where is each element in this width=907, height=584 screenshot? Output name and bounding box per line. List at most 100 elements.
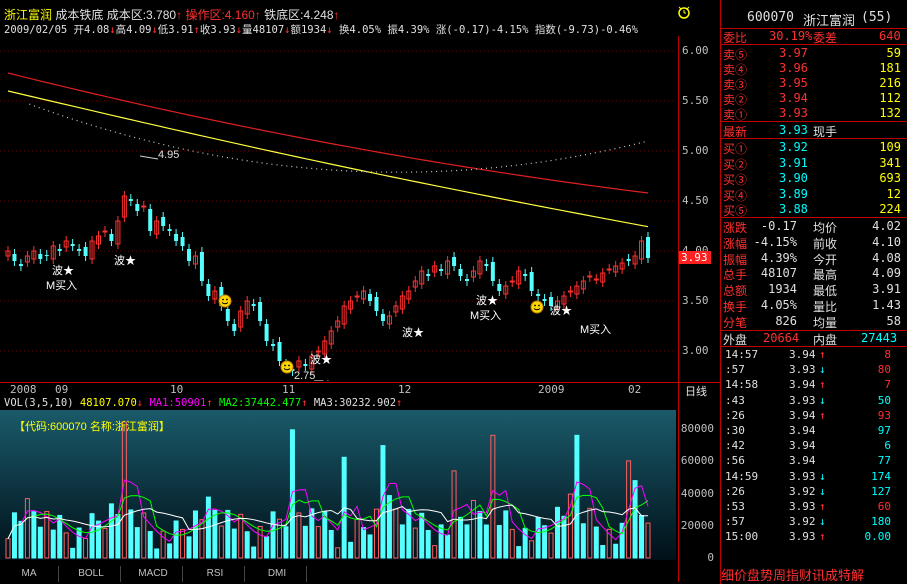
panel-bottom-tabs[interactable]: 细价盘势周指财讯成特解 (721, 565, 905, 583)
buy-row[interactable]: 买① 3.92 109 (721, 140, 905, 156)
volume-bar (264, 536, 270, 559)
candle-body (12, 254, 17, 261)
volume-bar (406, 508, 412, 559)
webi-row: 委比 30.19% 委差 640 (723, 29, 901, 45)
candle-body (102, 230, 108, 233)
buy-row[interactable]: 买③ 3.90 693 (721, 171, 905, 187)
chart-annotation: 波★ (310, 353, 332, 366)
candle-body (509, 280, 515, 283)
buy-row[interactable]: 买② 3.91 341 (721, 156, 905, 172)
volume-bar (542, 525, 548, 559)
volume-bar (425, 530, 431, 559)
tick-row: :30 3.94 97 (725, 424, 891, 437)
tab-boll[interactable]: BOLL (62, 566, 121, 582)
smiley-face-icon (530, 300, 544, 314)
candle-body (277, 342, 282, 361)
tab-rsi[interactable]: RSI (186, 566, 245, 582)
volume-bar (464, 524, 470, 559)
candle-body (174, 234, 179, 241)
candle-body (523, 274, 528, 276)
candle-body (264, 324, 269, 341)
volume-bar (231, 528, 237, 559)
volume-bar (639, 514, 645, 559)
volume-bar (173, 520, 179, 559)
candle-body (542, 299, 547, 301)
volume-bar (57, 514, 63, 559)
tab-macd[interactable]: MACD (124, 566, 183, 582)
outer-inner-row: 外盘 20664 内盘 27443 (723, 331, 898, 347)
stat-row: 涨跌 -0.17 均价 4.02 (723, 219, 901, 235)
price-axis: 6.005.505.004.504.003.503.003.93 (678, 36, 718, 381)
volume-bar (386, 495, 392, 559)
latest-row: 最新 3.93 现手 (723, 123, 838, 139)
sell-row[interactable]: 卖④ 3.96 181 (721, 61, 905, 77)
chart-annotation: 波★ (550, 304, 572, 317)
candle-body (536, 294, 541, 296)
period-label[interactable]: 日线 (685, 383, 707, 399)
date-axis: 2008 09 10 11 12 2009 02 日线 (0, 382, 720, 399)
volume-bar (522, 527, 528, 559)
volume-bar (37, 526, 43, 559)
smiley-face-icon (218, 294, 232, 308)
chart-annotation: 波★ (476, 294, 498, 307)
kline-chart[interactable]: 4.952.75波★M买入波★波★M买入波★波★M买入波★M买入 (0, 36, 676, 381)
iron-zone: 铁底区:4.248 (264, 8, 334, 22)
volume-bar (438, 524, 444, 559)
candle-body (374, 297, 379, 311)
candle-body (368, 294, 373, 301)
stat-row: 总额 1934 最低 3.91 (723, 282, 901, 299)
candle-body (271, 344, 276, 346)
candle-body (83, 247, 88, 256)
volume-bar (554, 506, 560, 559)
sell-row[interactable]: 卖② 3.94 112 (721, 91, 905, 107)
candle-body (529, 272, 534, 291)
volume-bar (328, 529, 334, 559)
sell-row[interactable]: 卖① 3.93 132 (721, 106, 905, 122)
tick-row: 14:57 3.94 ↑ 8 (725, 348, 891, 361)
candle-body (458, 269, 463, 276)
chart-info-header: 浙江富润 成本铁底 成本区:3.780↑ 操作区:4.160↑ 铁底区:4.24… (4, 8, 340, 22)
candle-body (225, 309, 230, 321)
volume-bar (147, 531, 153, 559)
chart-annotation: 4.95 (158, 149, 179, 161)
tick-row: :43 3.93 ↓ 50 (725, 393, 891, 407)
volume-bar (18, 520, 24, 559)
stat-row: 总手 48107 最高 4.09 (723, 266, 901, 283)
stock-name: 浙江富润 (4, 8, 53, 22)
sell-row[interactable]: 卖③ 3.95 216 (721, 76, 905, 92)
volume-bar (613, 543, 619, 559)
tick-row: :57 3.92 ↓ 180 (725, 515, 891, 529)
alarm-clock-icon[interactable] (676, 4, 692, 20)
tab-dmi[interactable]: DMI (248, 566, 307, 582)
tab-ma[interactable]: MA (0, 566, 59, 582)
volume-tick: 60000 (680, 454, 714, 468)
chart-annotation: M买入 (304, 379, 335, 381)
candle-body (587, 275, 593, 278)
buy-row[interactable]: 买⑤ 3.88 224 (721, 202, 905, 218)
sell-row[interactable]: 卖⑤ 3.97 59 (721, 46, 905, 62)
candle-body (646, 237, 650, 258)
volume-bar (70, 547, 76, 559)
indicator-tabs: MA BOLL MACD RSI DMI (0, 566, 720, 584)
tick-row: :56 3.94 77 (725, 454, 891, 468)
quote-line: 2009/02/05 开4.08↓高4.09↓低3.91↑收3.93↓量4810… (4, 24, 639, 36)
candle-body (141, 205, 147, 208)
price-tick: 3.00 (682, 344, 709, 357)
quote-panel: 600070 浙江富润 (55) 委比 30.19% 委差 640 卖⑤ 3.97… (720, 0, 907, 584)
candle-body (593, 278, 599, 281)
volume-bar (50, 529, 56, 559)
price-tick: 5.50 (682, 94, 709, 107)
volume-bar (283, 526, 289, 559)
volume-bar (535, 517, 541, 559)
candle-body (484, 264, 489, 266)
volume-bar (580, 523, 586, 559)
chart-annotation: M买入 (470, 309, 501, 322)
candle-body (452, 257, 457, 266)
candle-body (303, 364, 308, 366)
buy-row[interactable]: 买④ 3.89 12 (721, 187, 905, 203)
candle-body (315, 350, 321, 353)
volume-bar (167, 543, 173, 559)
chart-annotation: M买入 (580, 323, 611, 336)
volume-bar (361, 527, 367, 559)
smiley-face-icon (280, 360, 294, 374)
